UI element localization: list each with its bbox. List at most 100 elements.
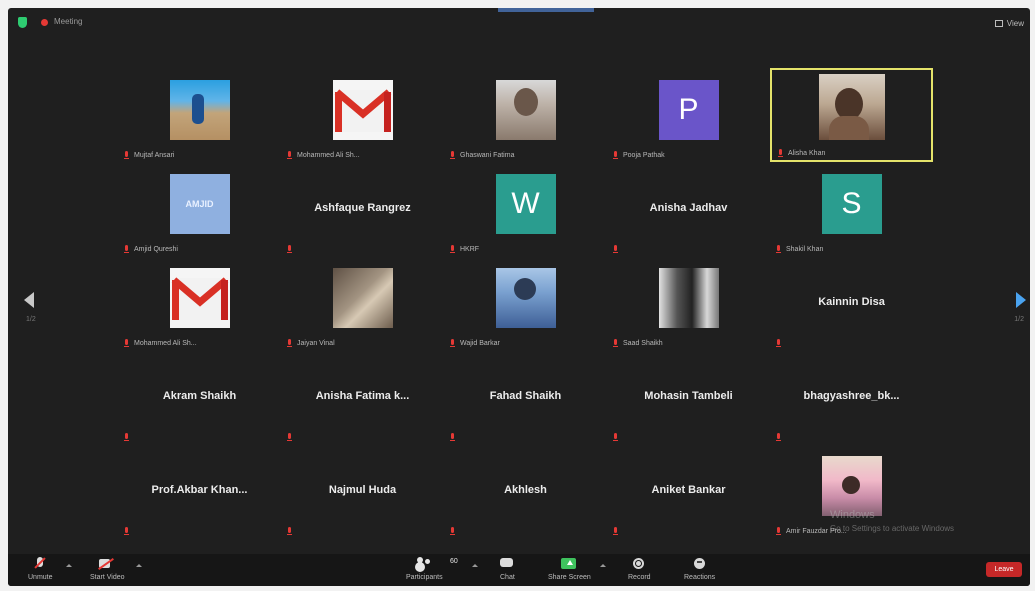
reactions-button[interactable]: Reactions [684,557,715,581]
muted-mic-icon [613,339,619,348]
participant-display-name: Ashfaque Rangrez [314,202,411,214]
tile-footer: HKRF [450,245,479,254]
participant-name-label: Pooja Pathak [623,152,665,159]
view-label: View [1006,19,1024,28]
avatar-letter: W [511,187,540,220]
gmail-logo-icon [171,277,228,320]
participant-tile[interactable]: P Pooja Pathak [607,68,770,162]
participant-tile[interactable]: Najmul Huda [281,444,444,538]
participants-options-caret-icon[interactable] [472,564,478,567]
gallery-view-icon [994,20,1003,27]
gmail-avatar [169,268,230,328]
video-options-caret-icon[interactable] [136,564,142,567]
chevron-left-icon[interactable] [24,292,34,308]
muted-mic-icon [287,527,293,536]
chat-button[interactable]: Chat [500,557,515,581]
muted-mic-icon [450,151,456,160]
reactions-icon [693,557,706,571]
participant-display-name: Anisha Jadhav [649,202,728,214]
muted-mic-icon [776,433,782,442]
unmute-button[interactable]: Unmute [28,557,53,581]
participant-tile[interactable]: S Shakil Khan [770,162,933,256]
participant-tile-active-speaker[interactable]: Alisha Khan [770,68,933,162]
tile-footer [613,527,619,536]
participant-tile[interactable]: Mujtaf Ansari [118,68,281,162]
participant-tile[interactable]: Mohammed Ali Sh... [281,68,444,162]
participant-tile[interactable]: Fahad Shaikh [444,350,607,444]
participant-tile[interactable]: Anisha Fatima k... [281,350,444,444]
participant-name-label: Wajid Barkar [460,340,500,347]
share-screen-button[interactable]: Share Screen [548,557,591,581]
share-screen-icon [561,557,577,571]
record-button[interactable]: Record [628,557,651,581]
participant-tile[interactable]: Wajid Barkar [444,256,607,350]
participant-tile[interactable]: Akhlesh [444,444,607,538]
tile-footer: Amjid Qureshi [124,245,178,254]
participant-tile[interactable]: Saad Shaikh [607,256,770,350]
video-off-icon [99,557,115,571]
microphone-muted-icon [37,557,44,571]
participant-grid: Mujtaf Ansari Mohammed Ali Sh... Ghaswani … [118,68,933,538]
participant-tile[interactable]: Prof.Akbar Khan... [118,444,281,538]
chevron-right-icon[interactable] [1016,292,1026,308]
participant-tile[interactable]: W HKRF [444,162,607,256]
participant-tile[interactable]: Kainnin Disa [770,256,933,350]
letter-avatar: P [658,80,719,140]
participant-tile[interactable]: Ghaswani Fatima [444,68,607,162]
start-video-button[interactable]: Start Video [90,557,125,581]
participants-count: 60 [450,558,458,565]
avatar-letter: P [678,93,699,126]
muted-mic-icon [124,433,130,442]
muted-mic-icon [613,433,619,442]
meeting-info-label[interactable]: Meeting [54,17,82,26]
profile-photo [169,80,230,140]
tile-footer [124,433,130,442]
view-button[interactable]: View [994,19,1024,28]
participant-display-name: bhagyashree_bk... [803,390,900,402]
participants-button[interactable]: Participants [406,557,443,581]
chat-label: Chat [500,574,515,581]
muted-mic-icon [124,151,130,160]
muted-mic-icon [124,339,130,348]
profile-photo [495,80,556,140]
tile-footer [776,339,782,348]
participant-tile[interactable]: AMJID Amjid Qureshi [118,162,281,256]
muted-mic-icon [287,339,293,348]
participant-tile[interactable]: Mohasin Tambeli [607,350,770,444]
share-screen-label: Share Screen [548,574,591,581]
audio-options-caret-icon[interactable] [66,564,72,567]
participant-tile[interactable]: Mohammed Ali Sh... [118,256,281,350]
participant-display-name: Akram Shaikh [162,390,237,402]
participants-label: Participants [406,574,443,581]
tile-footer [613,433,619,442]
participant-tile[interactable]: bhagyashree_bk... [770,350,933,444]
participant-display-name: Akhlesh [504,484,547,496]
gmail-avatar [332,80,393,140]
muted-mic-icon [776,339,782,348]
participant-name-label: Ghaswani Fatima [460,152,515,159]
participant-tile[interactable]: Akram Shaikh [118,350,281,444]
tile-footer: Mohammed Ali Sh... [124,339,197,348]
participant-tile[interactable]: Ashfaque Rangrez [281,162,444,256]
page-indicator-left: 1/2 [26,316,36,323]
participant-tile[interactable]: Anisha Jadhav [607,162,770,256]
unmute-label: Unmute [28,574,53,581]
muted-mic-icon [287,245,293,254]
participant-display-name: Prof.Akbar Khan... [151,484,248,496]
shield-icon[interactable] [18,17,27,28]
participant-name-label: HKRF [460,246,480,253]
tile-footer: Mohammed Ali Sh... [287,151,360,160]
participant-tile[interactable]: Aniket Bankar [607,444,770,538]
tile-footer: Ghaswani Fatima [450,151,514,160]
avatar-photo-text: AMJID [185,199,214,209]
watermark-title: Windows [830,509,875,521]
tile-footer: Mujtaf Ansari [124,151,174,160]
participant-name-label: Alisha Khan [788,150,826,157]
participant-tile[interactable]: Jaiyan Vinal [281,256,444,350]
top-bar: Meeting View [8,8,1030,40]
page-indicator-right: 1/2 [1014,316,1024,323]
leave-button[interactable]: Leave [986,562,1022,577]
tile-footer [287,527,293,536]
share-options-caret-icon[interactable] [600,564,606,567]
activate-windows-watermark: Windows Go to Settings to activate Windo… [830,508,954,536]
